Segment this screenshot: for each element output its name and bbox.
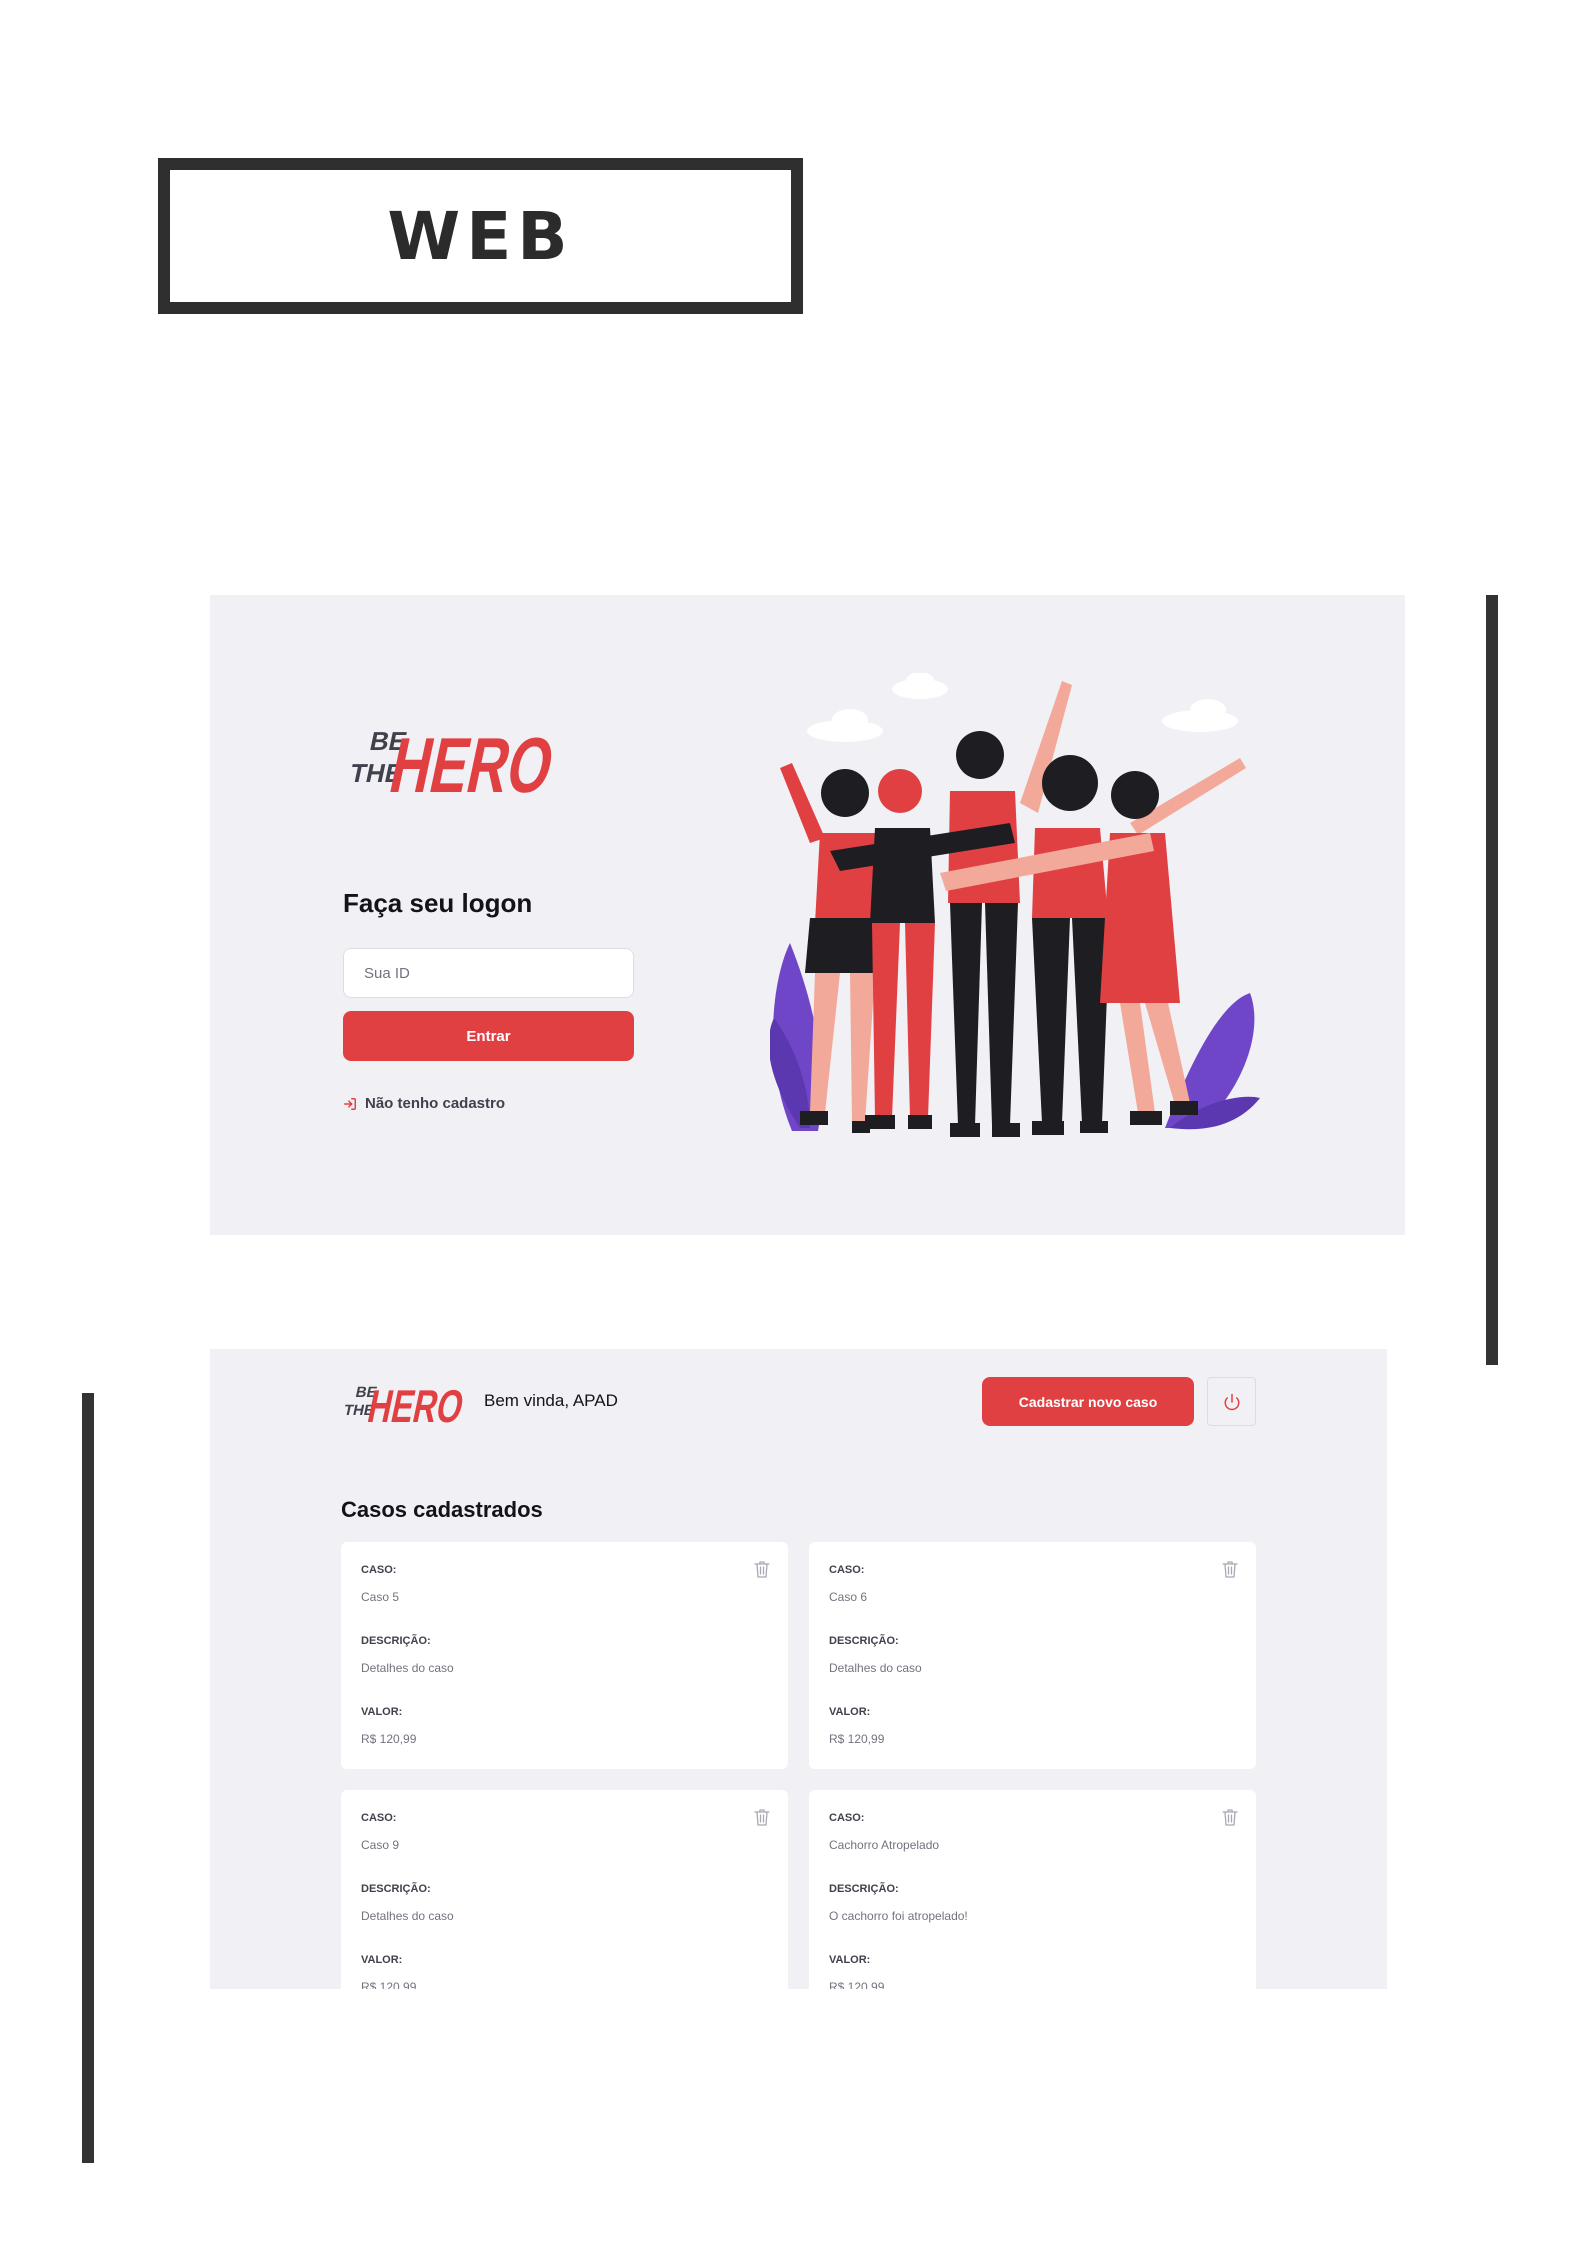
case-title: Caso 9 xyxy=(361,1838,400,1852)
case-title: Caso 5 xyxy=(361,1590,400,1604)
logo-hero: HERO xyxy=(363,1380,465,1429)
login-title: Faça seu logon xyxy=(343,888,533,918)
register-link-label: Não tenho cadastro xyxy=(365,1095,506,1112)
power-icon xyxy=(1224,1393,1239,1410)
new-case-button[interactable]: Cadastrar novo caso xyxy=(982,1377,1194,1426)
case-description: Detalhes do caso xyxy=(361,1909,454,1923)
case-label: CASO: xyxy=(829,1812,865,1824)
case-card: CASO: Caso 5 DESCRIÇÃO: Detalhes do caso… xyxy=(341,1542,788,1769)
logo-hero: HERO xyxy=(383,722,557,805)
web-title: WEB xyxy=(387,197,574,275)
case-card: CASO: Caso 9 DESCRIÇÃO: Detalhes do caso… xyxy=(341,1790,788,1989)
description-label: DESCRIÇÃO: xyxy=(829,1883,899,1895)
case-value: R$ 120,99 xyxy=(829,1980,885,1989)
cases-list: CASO: Caso 5 DESCRIÇÃO: Detalhes do caso… xyxy=(341,1542,1256,1989)
description-label: DESCRIÇÃO: xyxy=(829,1635,899,1647)
person-4 xyxy=(1032,755,1110,1135)
id-input[interactable] xyxy=(343,948,634,998)
dashboard-screen: BE THE HERO Bem vinda, APAD Cadastrar no… xyxy=(210,1349,1387,1989)
case-label: CASO: xyxy=(361,1812,397,1824)
delete-case-button[interactable] xyxy=(754,1808,770,1826)
delete-case-button[interactable] xyxy=(754,1560,770,1578)
value-label: VALOR: xyxy=(829,1954,871,1966)
case-card: CASO: Caso 6 DESCRIÇÃO: Detalhes do caso… xyxy=(809,1542,1256,1769)
heroes-illustration xyxy=(770,673,1260,1137)
trash-icon xyxy=(754,1561,770,1578)
case-title: Cachorro Atropelado xyxy=(829,1838,940,1852)
value-label: VALOR: xyxy=(829,1706,871,1718)
case-value: R$ 120,99 xyxy=(829,1732,885,1746)
login-screen: BE THE HERO Faça seu logon Entrar Não te… xyxy=(210,595,1405,1235)
register-link[interactable]: Não tenho cadastro xyxy=(343,1095,505,1112)
decorative-bar-right xyxy=(1486,595,1498,1365)
person-2 xyxy=(865,769,935,1129)
case-description: O cachorro foi atropelado! xyxy=(829,1909,968,1923)
case-value: R$ 120,99 xyxy=(361,1732,417,1746)
description-label: DESCRIÇÃO: xyxy=(361,1635,431,1647)
be-the-hero-logo: BE THE HERO xyxy=(342,1380,465,1429)
decorative-bar-left xyxy=(82,1393,94,2163)
delete-case-button[interactable] xyxy=(1222,1808,1238,1826)
case-value: R$ 120,99 xyxy=(361,1980,417,1989)
delete-case-button[interactable] xyxy=(1222,1560,1238,1578)
description-label: DESCRIÇÃO: xyxy=(361,1883,431,1895)
trash-icon xyxy=(754,1809,770,1826)
case-label: CASO: xyxy=(361,1564,397,1576)
welcome-text: Bem vinda, APAD xyxy=(484,1391,618,1410)
trash-icon xyxy=(1222,1561,1238,1578)
log-in-icon xyxy=(344,1097,356,1110)
value-label: VALOR: xyxy=(361,1706,403,1718)
logout-button[interactable] xyxy=(1207,1377,1256,1426)
be-the-hero-logo: BE THE HERO xyxy=(347,722,557,805)
case-card: CASO: Cachorro Atropelado DESCRIÇÃO: O c… xyxy=(809,1790,1256,1989)
case-description: Detalhes do caso xyxy=(829,1661,922,1675)
case-title: Caso 6 xyxy=(829,1590,868,1604)
cloud-shapes xyxy=(807,673,1238,742)
login-button[interactable]: Entrar xyxy=(343,1011,634,1061)
web-title-badge: WEB xyxy=(158,158,803,314)
case-label: CASO: xyxy=(829,1564,865,1576)
case-description: Detalhes do caso xyxy=(361,1661,454,1675)
cases-title: Casos cadastrados xyxy=(341,1497,543,1522)
value-label: VALOR: xyxy=(361,1954,403,1966)
trash-icon xyxy=(1222,1809,1238,1826)
